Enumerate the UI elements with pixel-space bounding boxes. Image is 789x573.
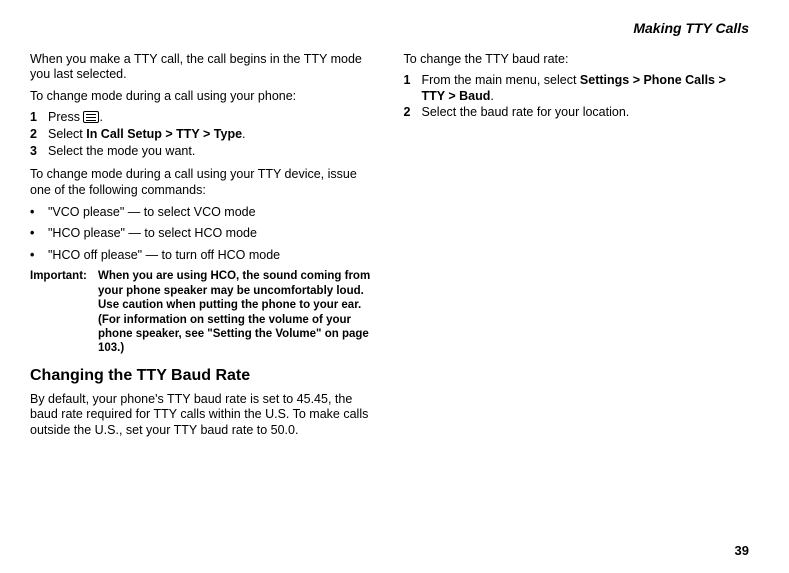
menu-path: In Call Setup > TTY > Type <box>86 127 242 141</box>
step-item: From the main menu, select Settings > Ph… <box>404 73 750 104</box>
step-text: Press <box>48 110 83 124</box>
list-item: "HCO please" — to select HCO mode <box>30 226 376 242</box>
step-text: From the main menu, select <box>422 73 580 87</box>
list-item: "VCO please" — to select VCO mode <box>30 205 376 221</box>
step-item: Press . <box>30 110 376 126</box>
important-body: When you are using HCO, the sound coming… <box>98 269 376 355</box>
step-text: Select the baud rate for your location. <box>422 105 630 119</box>
step-text: . <box>490 89 493 103</box>
list-item: "HCO off please" — to turn off HCO mode <box>30 248 376 264</box>
steps-baud: From the main menu, select Settings > Ph… <box>404 73 750 121</box>
left-column: When you make a TTY call, the call begin… <box>30 52 376 445</box>
step-item: Select In Call Setup > TTY > Type. <box>30 127 376 143</box>
page-header: Making TTY Calls <box>30 20 749 38</box>
step-item: Select the baud rate for your location. <box>404 105 750 121</box>
step-text: Select <box>48 127 86 141</box>
paragraph: To change mode during a call using your … <box>30 89 376 105</box>
command-list: "VCO please" — to select VCO mode "HCO p… <box>30 205 376 264</box>
step-text: . <box>99 110 102 124</box>
page-number: 39 <box>735 543 749 559</box>
step-text: . <box>242 127 245 141</box>
subheading: Changing the TTY Baud Rate <box>30 366 376 386</box>
content-columns: When you make a TTY call, the call begin… <box>30 52 749 445</box>
paragraph: When you make a TTY call, the call begin… <box>30 52 376 83</box>
steps-phone: Press . Select In Call Setup > TTY > Typ… <box>30 110 376 159</box>
important-label: Important: <box>30 269 98 355</box>
important-note: Important: When you are using HCO, the s… <box>30 269 376 355</box>
paragraph: To change the TTY baud rate: <box>404 52 750 68</box>
paragraph: To change mode during a call using your … <box>30 167 376 198</box>
step-text: Select the mode you want. <box>48 144 195 158</box>
menu-icon <box>83 111 99 123</box>
paragraph: By default, your phone's TTY baud rate i… <box>30 392 376 439</box>
step-item: Select the mode you want. <box>30 144 376 160</box>
right-column: To change the TTY baud rate: From the ma… <box>404 52 750 445</box>
